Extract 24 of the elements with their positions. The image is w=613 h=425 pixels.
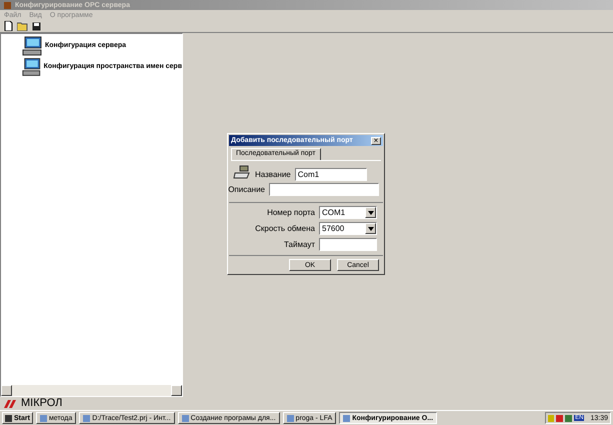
input-field[interactable]: Com1 xyxy=(294,168,367,181)
close-button[interactable]: × xyxy=(371,136,381,144)
field-label: Описание xyxy=(228,184,265,196)
field-label: Номер порта xyxy=(267,206,315,218)
logo-icon xyxy=(4,400,19,408)
field-label: Название xyxy=(255,168,291,180)
dropdown-caret-icon xyxy=(365,207,376,218)
logo-text: МIКРОЛ xyxy=(21,398,62,409)
computer-icon xyxy=(21,57,42,77)
field-label: Скрость обмена xyxy=(255,222,315,234)
new-file-icon[interactable] xyxy=(4,21,13,31)
dropdown[interactable]: 57600 xyxy=(319,222,377,235)
horizontal-scrollbar[interactable] xyxy=(1,385,182,396)
save-icon[interactable] xyxy=(32,22,41,30)
input-field[interactable] xyxy=(319,238,377,251)
computer-icon xyxy=(21,36,43,56)
scroll-left-icon[interactable] xyxy=(1,385,12,396)
serial-port-icon xyxy=(233,165,251,181)
dropdown[interactable]: COM1 xyxy=(319,206,377,219)
input-field[interactable] xyxy=(269,183,379,196)
open-folder-icon[interactable] xyxy=(17,22,28,30)
scroll-right-icon[interactable] xyxy=(171,385,182,396)
dropdown-caret-icon xyxy=(365,223,376,234)
field-label: Таймаут xyxy=(284,238,315,250)
